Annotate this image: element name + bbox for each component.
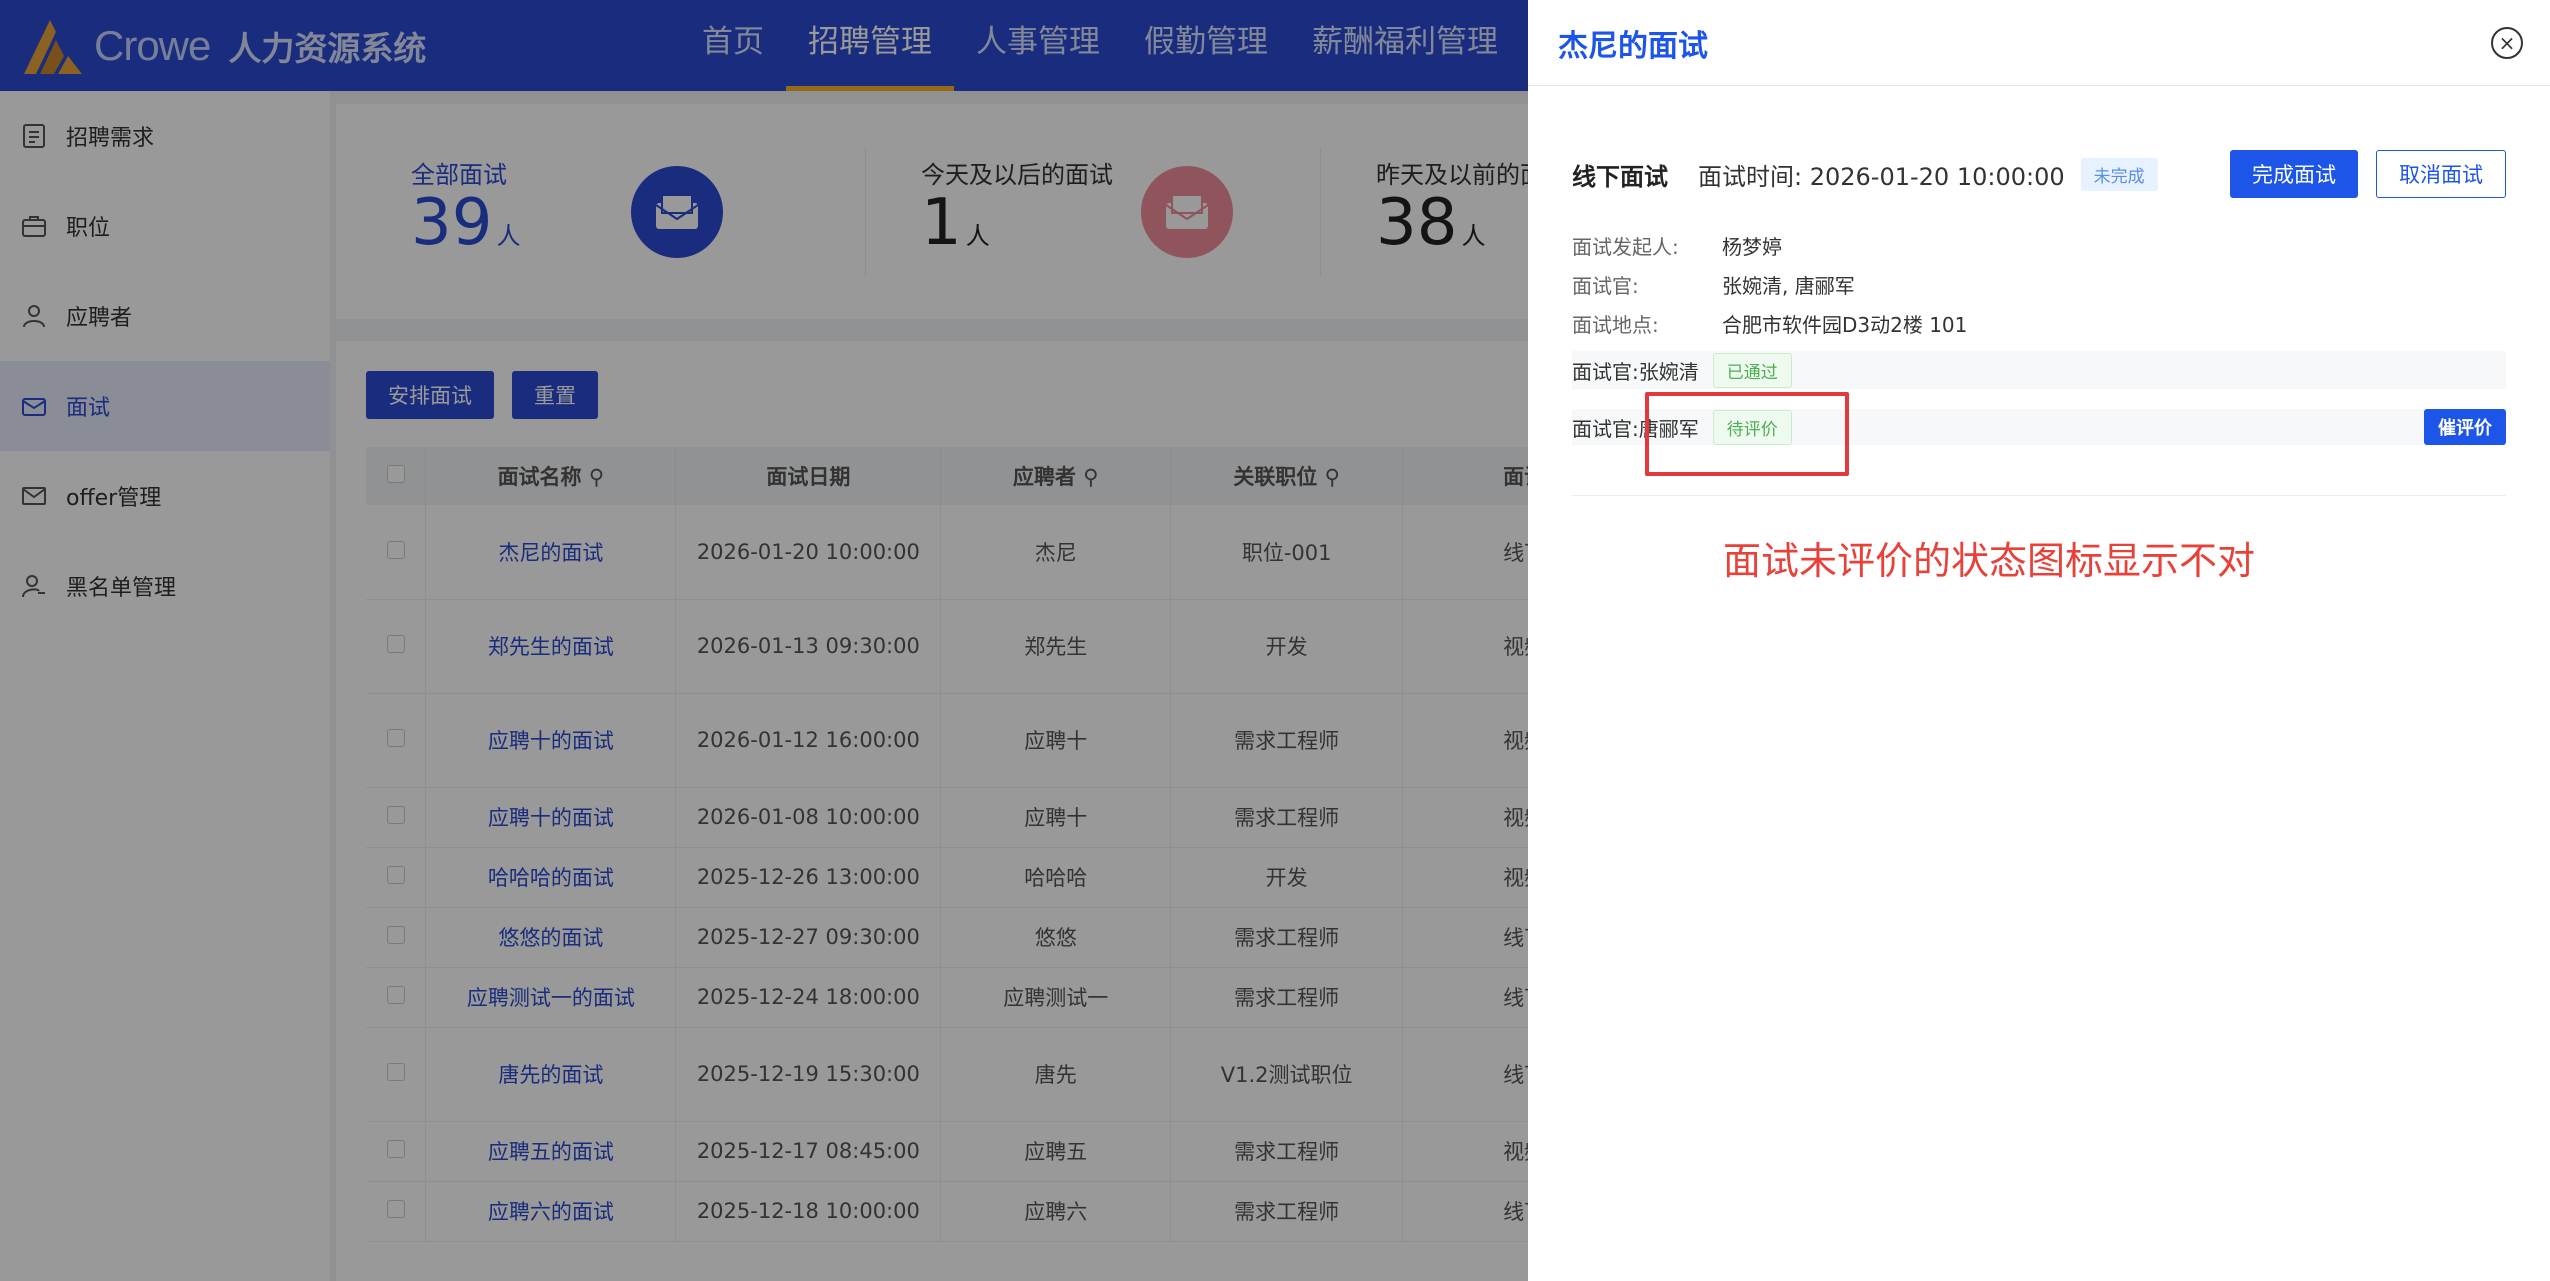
interviewer-label: 面试官: [1572, 359, 1639, 384]
annotation-text: 面试未评价的状态图标显示不对 [1723, 539, 2256, 583]
interviewer-row: 面试官: 张婉清 已通过 [1572, 351, 2506, 389]
interviewers-value: 张婉清, 唐郦军 [1722, 274, 1855, 298]
interviewer-label: 面试官: [1572, 416, 1639, 441]
modal-mask[interactable] [0, 0, 1528, 1281]
status-badge: 已通过 [1712, 352, 1792, 388]
interview-info: 面试发起人: 杨梦婷 面试官: 张婉清, 唐郦军 面试地点: 合肥市软件园D3动2楼 … [1572, 226, 2506, 343]
divider [1572, 495, 2506, 496]
cancel-interview-button[interactable]: 取消面试 [2376, 150, 2506, 198]
complete-interview-button[interactable]: 完成面试 [2230, 150, 2358, 198]
interviewer-name: 张婉清 [1638, 359, 1699, 384]
status-badge: 未完成 [2080, 157, 2158, 191]
initiator-value: 杨梦婷 [1722, 235, 1782, 259]
info-label: 面试地点: [1572, 313, 1659, 337]
location-value: 合肥市软件园D3动2楼 101 [1722, 313, 1968, 337]
info-label: 面试发起人: [1572, 235, 1679, 259]
interview-detail-drawer: 杰尼的面试 × 线下面试 面试时间: 2026-01-20 10:00:00 未… [1528, 0, 2550, 1281]
close-icon[interactable]: × [2491, 27, 2523, 59]
info-label: 面试官: [1572, 274, 1639, 298]
drawer-title: 杰尼的面试 [1558, 28, 1708, 64]
highlight-box [1645, 392, 1849, 476]
remind-evaluation-button[interactable]: 催评价 [2424, 409, 2506, 445]
interview-mode: 线下面试 [1572, 162, 1668, 191]
interview-time: 面试时间: 2026-01-20 10:00:00 [1698, 162, 2065, 191]
